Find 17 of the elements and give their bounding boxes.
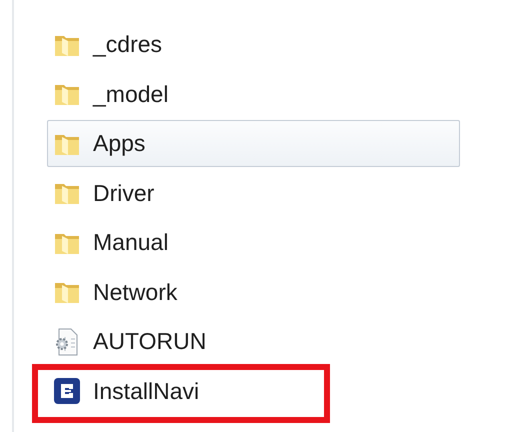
file-name: Manual	[93, 229, 168, 256]
file-item[interactable]: Apps	[47, 120, 460, 167]
file-name: _cdres	[93, 31, 162, 58]
app-icon	[52, 376, 82, 406]
file-item[interactable]: Manual	[47, 219, 460, 266]
file-name: Network	[93, 278, 178, 306]
file-item[interactable]: AUTORUN	[47, 318, 460, 365]
file-name: Driver	[93, 180, 154, 206]
file-name: _model	[93, 80, 168, 108]
file-item[interactable]: InstallNavi	[47, 368, 460, 414]
file-item[interactable]: Network	[47, 268, 460, 316]
file-item[interactable]: _model	[47, 70, 460, 118]
file-item[interactable]: _cdres	[47, 21, 460, 68]
file-name: InstallNavi	[93, 378, 200, 404]
file-name: Apps	[93, 130, 146, 157]
file-item[interactable]: Driver	[47, 170, 460, 216]
file-name: AUTORUN	[93, 328, 206, 355]
